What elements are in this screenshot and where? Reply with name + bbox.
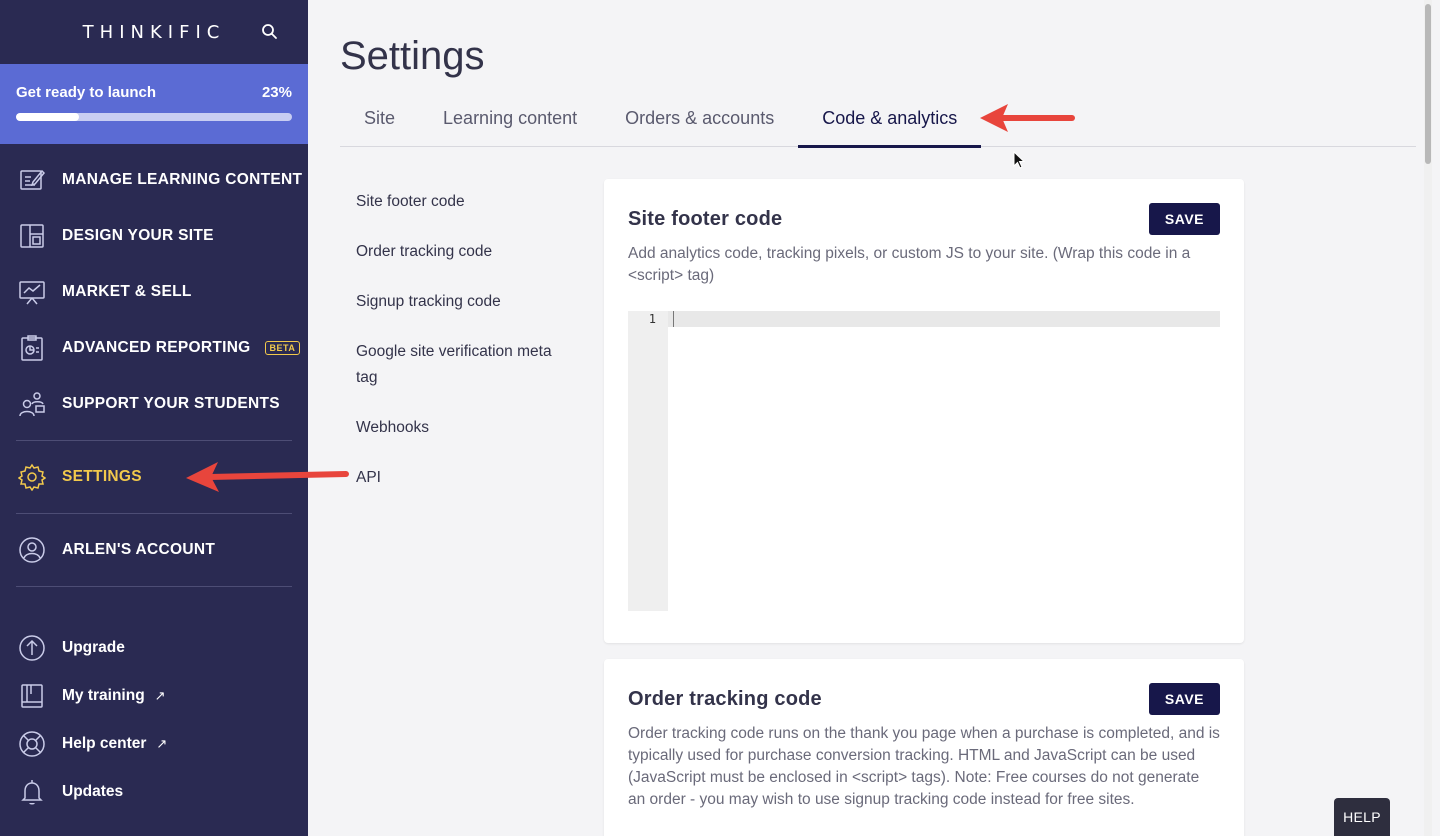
nav-item-design-your-site[interactable]: DESIGN YOUR SITE xyxy=(0,208,308,264)
sidebar-header: THINKIFIC xyxy=(0,0,308,64)
nav-item-label: MANAGE LEARNING CONTENT xyxy=(62,171,303,188)
subnav-signup-tracking-code[interactable]: Signup tracking code xyxy=(356,278,566,328)
launch-label: Get ready to launch xyxy=(16,84,157,101)
mouse-cursor-icon xyxy=(1013,151,1026,169)
external-link-icon: ↗ xyxy=(156,736,168,751)
subnav-site-footer-code[interactable]: Site footer code xyxy=(356,178,566,228)
code-analytics-subnav: Site footer code Order tracking code Sig… xyxy=(356,178,566,504)
nav-divider xyxy=(16,586,292,587)
report-icon xyxy=(18,334,46,362)
search-icon[interactable] xyxy=(260,22,280,42)
card-title: Order tracking code xyxy=(628,687,822,710)
nav-item-settings[interactable]: SETTINGS xyxy=(0,449,308,505)
thinkific-logo[interactable]: THINKIFIC xyxy=(83,22,226,43)
launch-percent: 23% xyxy=(261,84,292,101)
nav-item-label: SUPPORT YOUR STUDENTS xyxy=(62,395,280,412)
subnav-order-tracking-code[interactable]: Order tracking code xyxy=(356,228,566,278)
save-footer-code-button[interactable]: SAVE xyxy=(1148,203,1220,235)
nav-item-manage-learning-content[interactable]: MANAGE LEARNING CONTENT xyxy=(0,152,308,208)
lifebuoy-icon xyxy=(18,730,46,758)
nav-item-market-and-sell[interactable]: MARKET & SELL xyxy=(0,264,308,320)
users-icon xyxy=(18,390,46,418)
line-number: 1 xyxy=(648,312,656,326)
main-content: Settings Site Learning content Orders & … xyxy=(308,0,1432,836)
bell-icon xyxy=(18,778,46,806)
nav-item-label: My training xyxy=(62,687,145,704)
nav-divider xyxy=(16,440,292,441)
card-description: Order tracking code runs on the thank yo… xyxy=(628,725,1220,808)
tab-site[interactable]: Site xyxy=(340,96,419,147)
launch-progress-fill xyxy=(16,113,80,121)
nav-item-my-training[interactable]: My training ↗ xyxy=(0,672,308,720)
editor-caret xyxy=(673,311,674,327)
arrow-up-circle-icon xyxy=(18,634,46,662)
page-scrollbar[interactable] xyxy=(1424,0,1432,836)
card-title: Site footer code xyxy=(628,207,783,230)
nav-item-advanced-reporting[interactable]: ADVANCED REPORTING BETA xyxy=(0,320,308,376)
nav-item-label: ARLEN'S ACCOUNT xyxy=(62,541,216,558)
tab-learning-content[interactable]: Learning content xyxy=(419,96,601,147)
launch-checklist[interactable]: Get ready to launch 23% xyxy=(0,64,308,144)
save-order-code-button[interactable]: SAVE xyxy=(1148,683,1220,715)
layout-icon xyxy=(18,222,46,250)
order-tracking-code-card: Order tracking code SAVE Order tracking … xyxy=(604,659,1244,836)
user-circle-icon xyxy=(18,536,46,564)
secondary-nav: Upgrade My training ↗ Help center ↗ Upda… xyxy=(0,624,308,816)
tab-code-analytics[interactable]: Code & analytics xyxy=(798,96,982,148)
editor-gutter xyxy=(628,311,668,611)
help-button[interactable]: HELP xyxy=(1334,798,1390,836)
nav-divider xyxy=(16,513,292,514)
nav-item-updates[interactable]: Updates xyxy=(0,768,308,816)
tab-orders-accounts[interactable]: Orders & accounts xyxy=(601,96,798,147)
nav-item-account[interactable]: ARLEN'S ACCOUNT xyxy=(0,522,308,578)
beta-badge: BETA xyxy=(264,341,301,355)
presentation-chart-icon xyxy=(18,278,46,306)
nav-item-label: Upgrade xyxy=(62,639,125,656)
nav-item-label: Updates xyxy=(62,783,124,800)
nav-item-support-your-students[interactable]: SUPPORT YOUR STUDENTS xyxy=(0,376,308,432)
nav-item-label: MARKET & SELL xyxy=(62,283,192,300)
nav-item-help-center[interactable]: Help center ↗ xyxy=(0,720,308,768)
external-link-icon: ↗ xyxy=(154,688,166,703)
gear-icon xyxy=(18,463,46,491)
subnav-google-site-verification[interactable]: Google site verification meta tag xyxy=(356,328,566,404)
site-footer-code-card: Site footer code SAVE Add analytics code… xyxy=(604,179,1244,643)
edit-icon xyxy=(18,166,46,194)
scrollbar-thumb[interactable] xyxy=(1425,4,1431,164)
nav-item-label: ADVANCED REPORTING xyxy=(62,339,251,356)
nav-item-upgrade[interactable]: Upgrade xyxy=(0,624,308,672)
code-editor[interactable]: 1 xyxy=(628,311,1220,611)
sidebar: THINKIFIC Get ready to launch 23% MANAGE… xyxy=(0,0,308,836)
page-title: Settings xyxy=(340,34,485,78)
subnav-api[interactable]: API xyxy=(356,454,566,504)
subnav-webhooks[interactable]: Webhooks xyxy=(356,404,566,454)
launch-progress-bar xyxy=(16,113,292,121)
nav-item-label: SETTINGS xyxy=(62,468,142,485)
card-description: Add analytics code, tracking pixels, or … xyxy=(628,245,1191,284)
book-icon xyxy=(18,682,46,710)
main-nav: MANAGE LEARNING CONTENT DESIGN YOUR SITE… xyxy=(0,144,308,587)
footer-code-input[interactable] xyxy=(668,311,1220,611)
nav-item-label: DESIGN YOUR SITE xyxy=(62,227,214,244)
settings-tabs: Site Learning content Orders & accounts … xyxy=(340,96,1416,148)
nav-item-label: Help center xyxy=(62,735,147,752)
